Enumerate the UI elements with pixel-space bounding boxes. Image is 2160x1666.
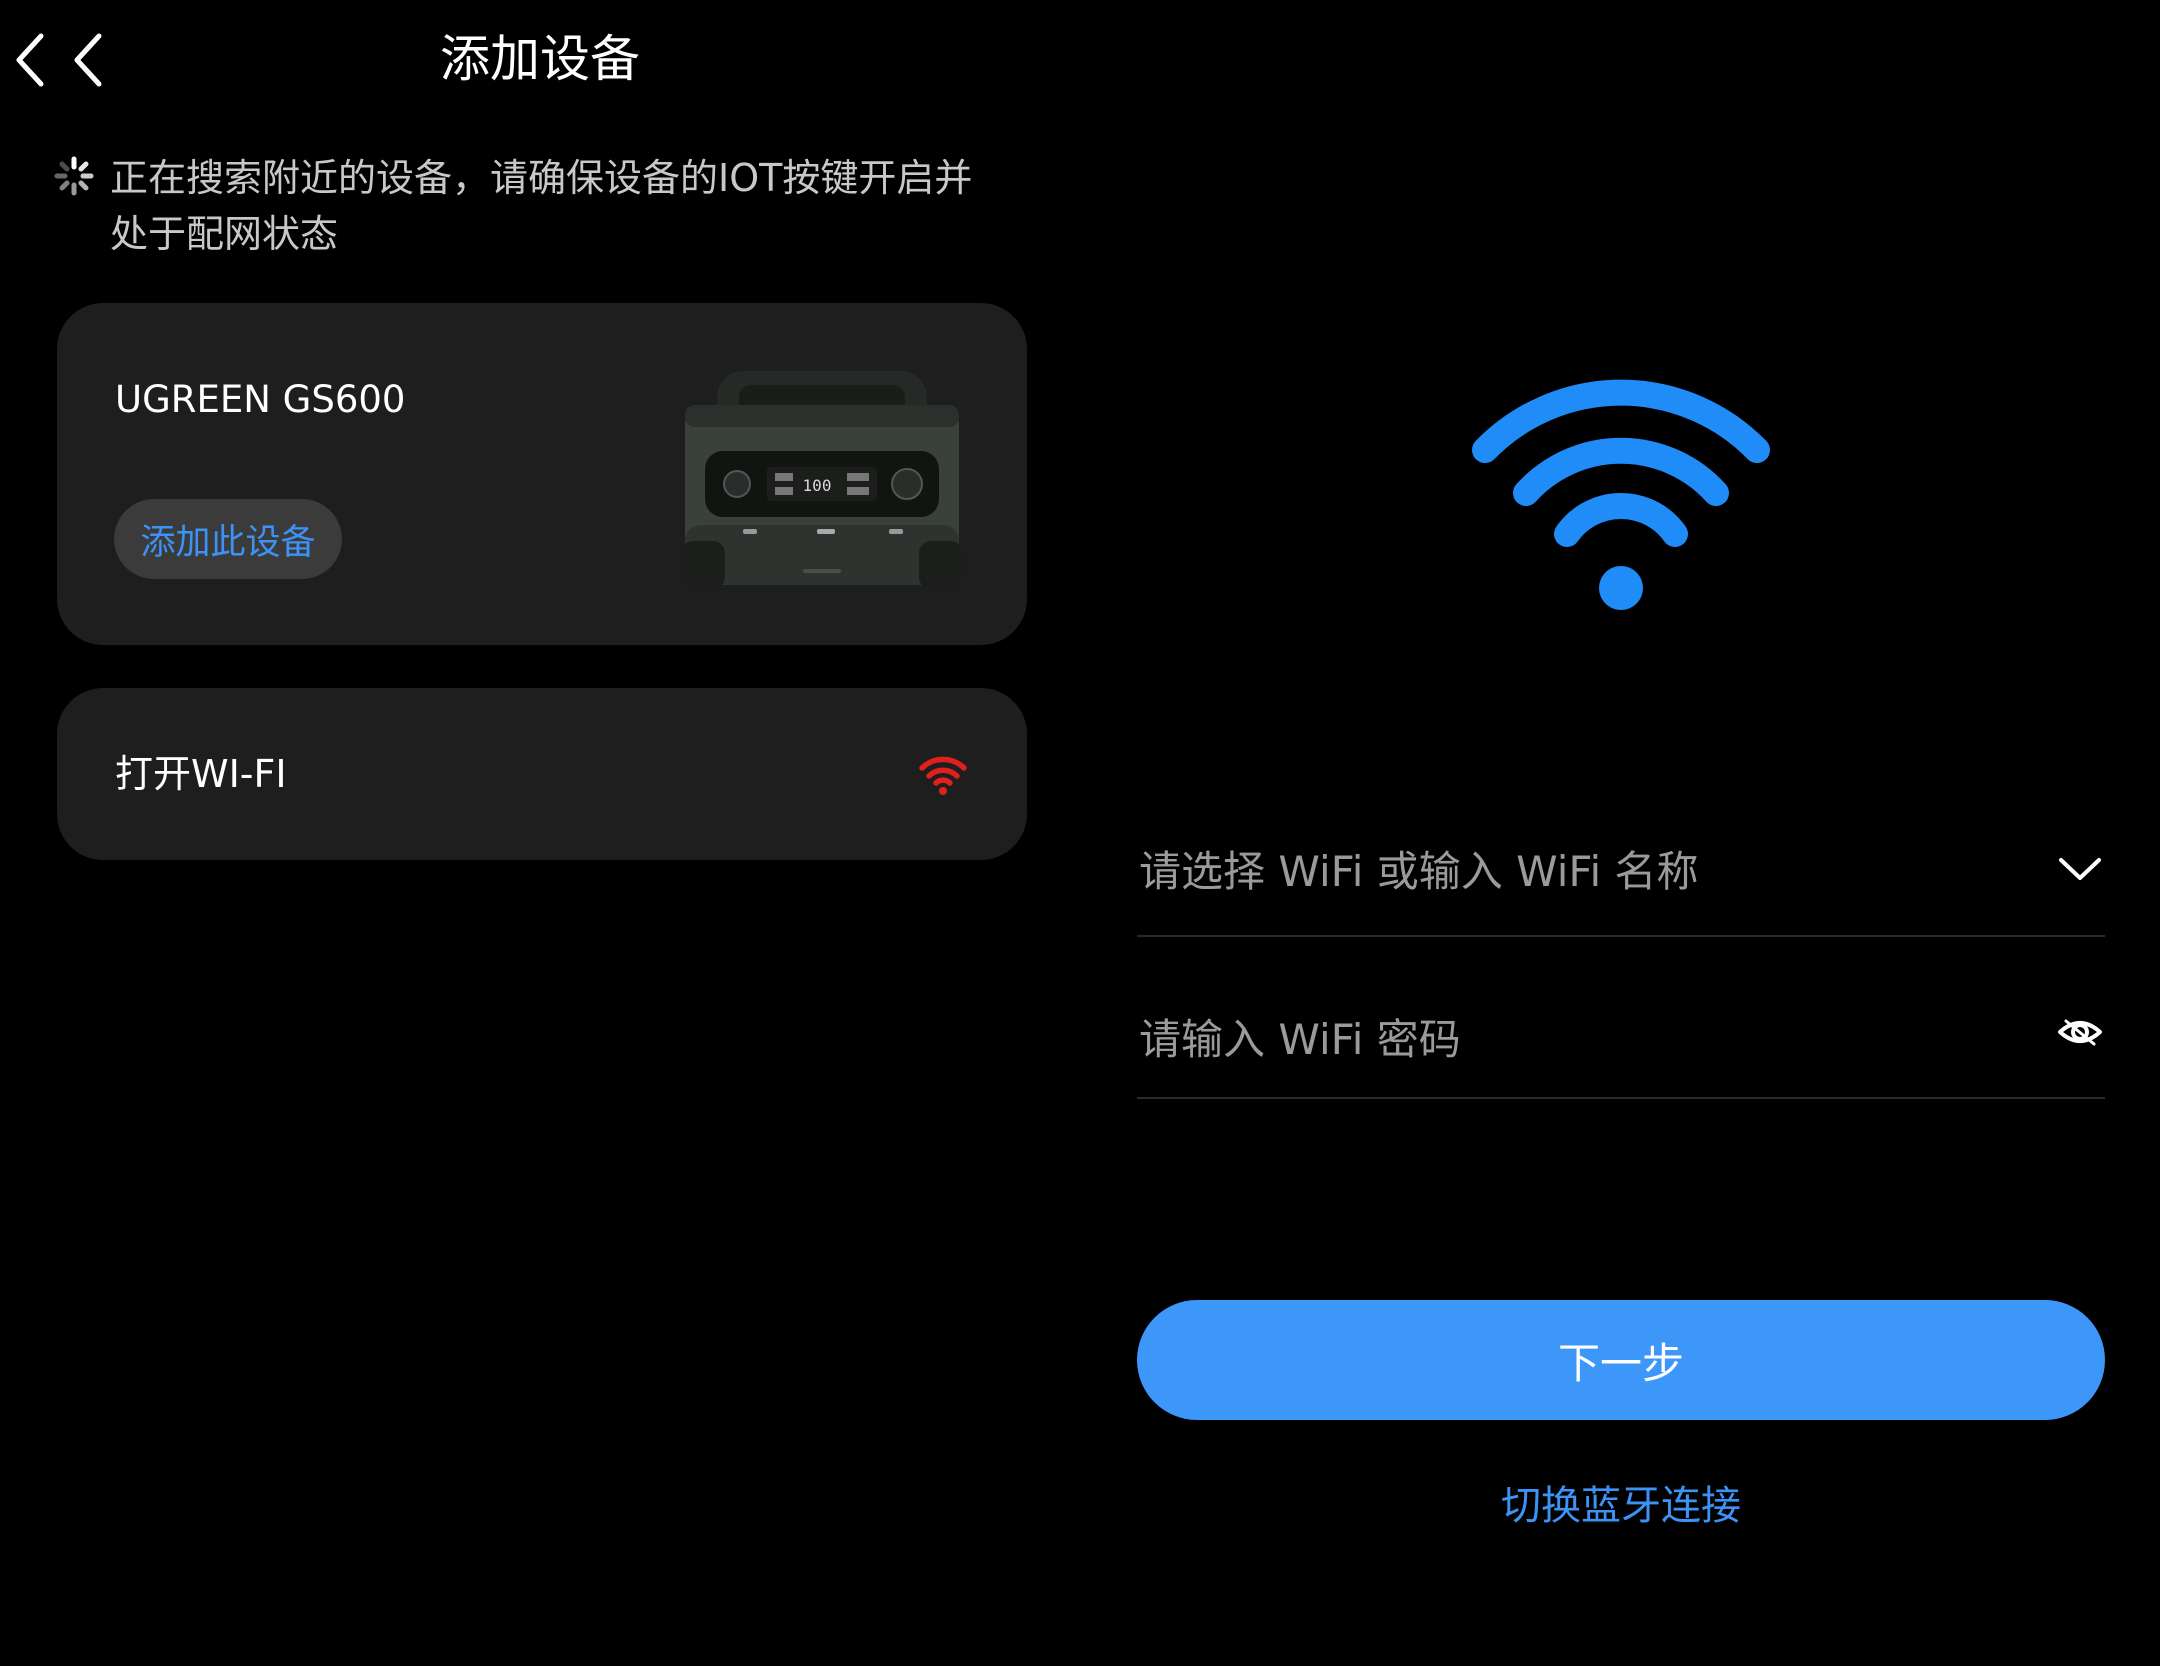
wifi-ssid-field (1137, 812, 2105, 937)
wifi-password-field (1137, 980, 2105, 1099)
add-device-screen: 添加设备 正在搜索附近的设备，请确保设备的IOT按键开启并处于配网状态 UGRE… (0, 0, 1080, 1666)
search-status: 正在搜索附近的设备，请确保设备的IOT按键开启并处于配网状态 (54, 150, 1014, 262)
eye-icon[interactable] (2057, 1012, 2103, 1052)
loading-spinner-icon (54, 156, 94, 196)
device-card: UGREEN GS600 添加此设备 100 (57, 303, 1027, 645)
wifi-icon (1472, 379, 1770, 610)
wifi-off-red-icon[interactable] (917, 752, 969, 798)
device-name: UGREEN GS600 (115, 378, 406, 421)
wifi-password-input[interactable] (1139, 1004, 1979, 1074)
chevron-left-icon (16, 33, 44, 87)
device-display-value: 100 (803, 476, 832, 495)
next-button[interactable]: 下一步 (1137, 1300, 2105, 1420)
switch-bluetooth-link[interactable]: 切换蓝牙连接 (1137, 1478, 2105, 1534)
search-hint-text: 正在搜索附近的设备，请确保设备的IOT按键开启并处于配网状态 (110, 156, 973, 256)
open-wifi-card[interactable]: 打开WI-FI (57, 688, 1027, 860)
power-station-image: 100 (681, 371, 963, 589)
add-device-button[interactable]: 添加此设备 (114, 499, 342, 579)
open-wifi-label: 打开WI-FI (115, 752, 287, 796)
back-button-right[interactable] (0, 30, 60, 90)
chevron-down-icon[interactable] (2057, 854, 2103, 884)
wifi-ssid-input[interactable] (1139, 836, 1979, 906)
page-title: 添加设备 (440, 30, 640, 88)
